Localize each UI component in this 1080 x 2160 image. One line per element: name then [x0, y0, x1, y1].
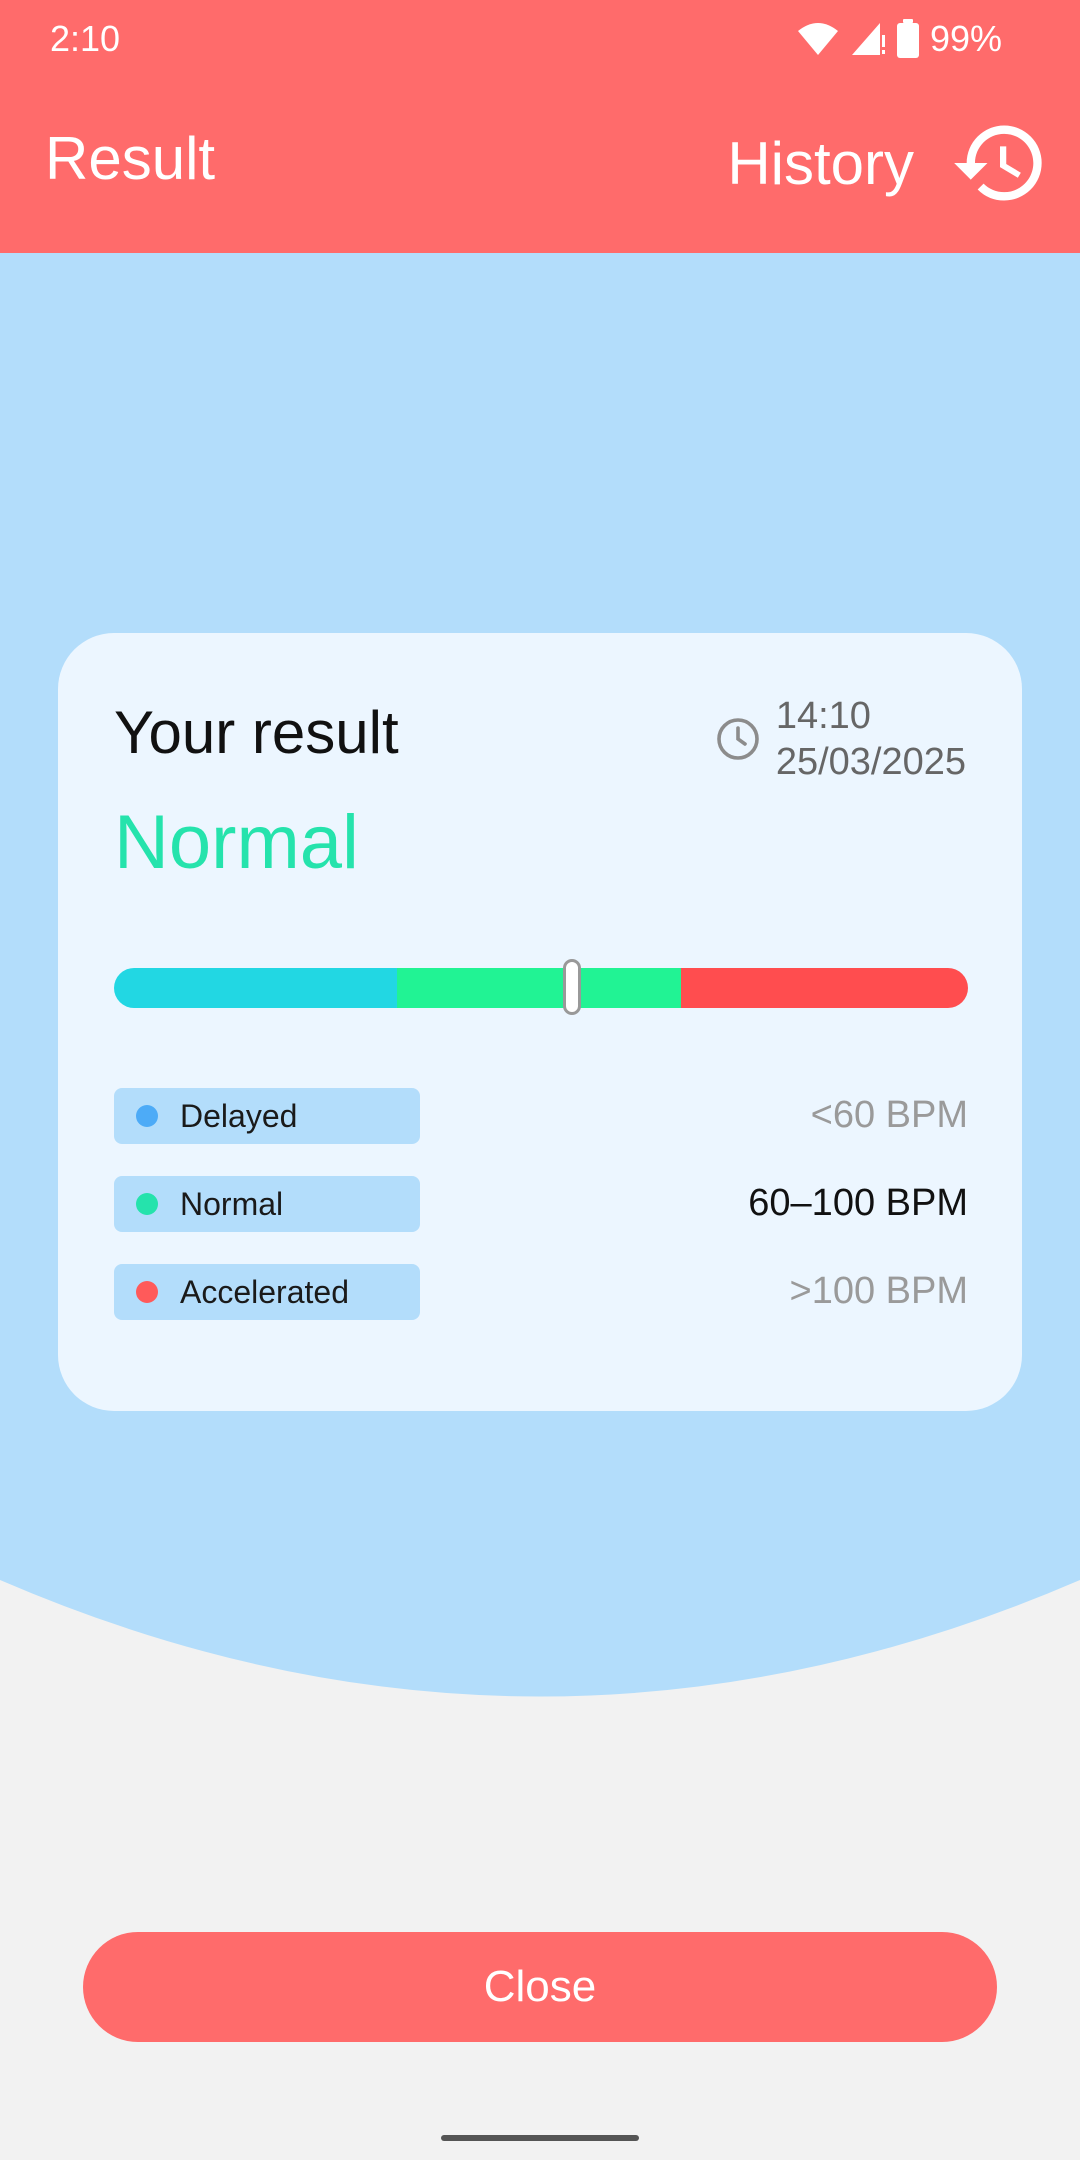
history-label: History: [727, 129, 914, 197]
legend-row-normal: Normal 60–100 BPM: [114, 1176, 968, 1232]
wifi-icon: [797, 23, 838, 55]
measurement-time: 14:10: [775, 695, 871, 737]
heart-rate-scale: [114, 968, 968, 1008]
legend-dot: [136, 1281, 158, 1303]
gesture-nav-handle[interactable]: [441, 2135, 639, 2141]
legend-range: <60 BPM: [810, 1094, 968, 1136]
result-card: Your result 14:10 25/03/2025 Normal Dela…: [58, 633, 1022, 1411]
legend-range: 60–100 BPM: [748, 1182, 968, 1224]
page-title: Result: [45, 125, 216, 192]
card-title: Your result: [114, 699, 399, 766]
legend-row-delayed: Delayed <60 BPM: [114, 1088, 968, 1144]
scale-indicator: [562, 959, 581, 1015]
clock-icon: [717, 718, 759, 760]
legend-dot: [136, 1193, 158, 1215]
status-icons: 99%: [796, 18, 1002, 60]
status-bar: 2:10 99%: [0, 0, 1080, 78]
status-time: 2:10: [50, 18, 121, 59]
history-button[interactable]: History: [727, 108, 1050, 218]
scale-segment-accelerated: [681, 968, 968, 1008]
battery-percentage: 99%: [929, 18, 1002, 59]
legend-label: Accelerated: [180, 1274, 349, 1310]
legend-chip: Accelerated: [114, 1264, 420, 1320]
legend-label: Delayed: [180, 1098, 298, 1134]
legend-chip: Delayed: [114, 1088, 420, 1144]
result-status: Normal: [114, 800, 359, 885]
app-bar: Result History: [0, 78, 1080, 253]
legend-label: Normal: [180, 1186, 284, 1222]
measurement-timestamp: 14:10 25/03/2025: [714, 693, 966, 785]
legend-row-accelerated: Accelerated >100 BPM: [114, 1264, 968, 1320]
legend-chip: Normal: [114, 1176, 420, 1232]
legend-range: >100 BPM: [789, 1270, 969, 1312]
measurement-date: 25/03/2025: [775, 741, 966, 783]
result-screen: 2:10 99% Result History Your result 14:1…: [0, 0, 1080, 2160]
history-icon: [954, 125, 1042, 201]
scale-segment-delayed: [114, 968, 397, 1008]
signal-icon: [851, 23, 885, 55]
close-button[interactable]: Close: [83, 1932, 997, 2042]
timestamp-text: 14:10 25/03/2025: [776, 693, 966, 785]
legend-dot: [136, 1105, 158, 1127]
scale-segment-normal: [397, 968, 681, 1008]
battery-icon: [896, 19, 919, 58]
